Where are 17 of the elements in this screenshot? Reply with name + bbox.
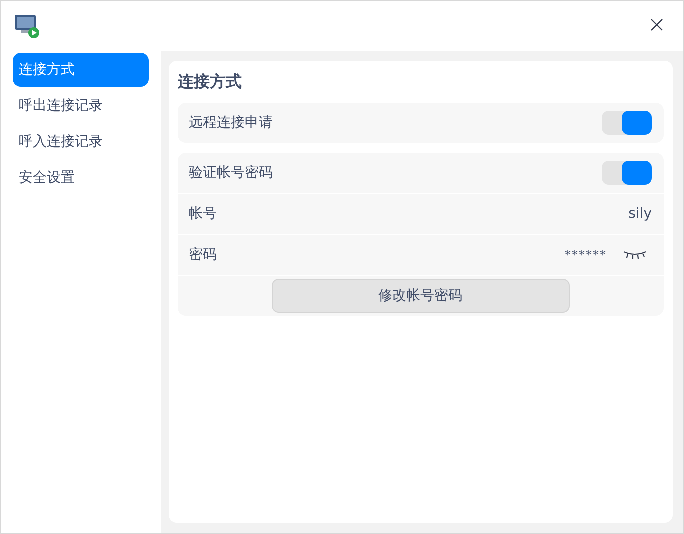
sidebar-item[interactable]: 安全设置	[13, 161, 149, 195]
row-label: 帐号	[189, 205, 217, 223]
closed-eye-icon[interactable]	[623, 250, 647, 260]
account-value: sily	[628, 206, 652, 222]
row-label: 验证帐号密码	[189, 164, 273, 182]
toggle-switch[interactable]	[602, 111, 652, 135]
change-password-button[interactable]: 修改帐号密码	[272, 279, 570, 313]
row-label: 密码	[189, 246, 217, 264]
close-icon[interactable]	[651, 19, 663, 31]
sidebar-item[interactable]: 呼入连接记录	[13, 125, 149, 159]
sidebar-item[interactable]: 呼出连接记录	[13, 89, 149, 123]
sidebar-item[interactable]: 连接方式	[13, 53, 149, 87]
app-icon	[14, 13, 40, 39]
password-value: ******	[565, 248, 607, 262]
row-label: 远程连接申请	[189, 114, 273, 132]
section-title: 连接方式	[178, 71, 243, 93]
toggle-switch[interactable]	[602, 161, 652, 185]
